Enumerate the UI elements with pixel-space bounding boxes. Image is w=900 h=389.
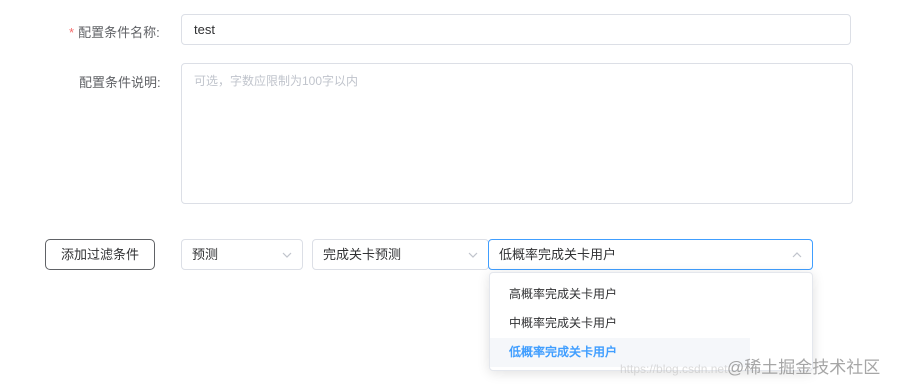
filter-select-category-value: 预测 bbox=[192, 247, 219, 262]
required-mark: * bbox=[69, 25, 75, 40]
watermark-url: https://blog.csdn.net bbox=[620, 362, 728, 376]
dropdown-option-medium[interactable]: 中概率完成关卡用户 bbox=[490, 309, 812, 338]
config-name-label-text: 配置条件名称: bbox=[78, 25, 160, 40]
config-name-label: * 配置条件名称: bbox=[69, 22, 160, 41]
filter-select-user-group-value: 低概率完成关卡用户 bbox=[499, 247, 617, 262]
config-desc-label: 配置条件说明: bbox=[79, 75, 161, 90]
filter-select-type[interactable]: 完成关卡预测 bbox=[312, 239, 489, 270]
chevron-up-icon bbox=[792, 250, 802, 260]
config-desc-textarea[interactable]: 可选，字数应限制为100字以内 bbox=[181, 63, 853, 204]
config-name-input[interactable]: test bbox=[181, 14, 851, 45]
dropdown-option-high[interactable]: 高概率完成关卡用户 bbox=[490, 280, 812, 309]
chevron-down-icon bbox=[282, 250, 292, 260]
add-filter-button[interactable]: 添加过滤条件 bbox=[45, 239, 155, 270]
chevron-down-icon bbox=[468, 250, 478, 260]
filter-select-user-group[interactable]: 低概率完成关卡用户 bbox=[488, 239, 813, 270]
filter-select-type-value: 完成关卡预测 bbox=[323, 247, 402, 262]
watermark-brand: @稀土掘金技术社区 bbox=[727, 358, 881, 377]
filter-select-category[interactable]: 预测 bbox=[181, 239, 303, 270]
